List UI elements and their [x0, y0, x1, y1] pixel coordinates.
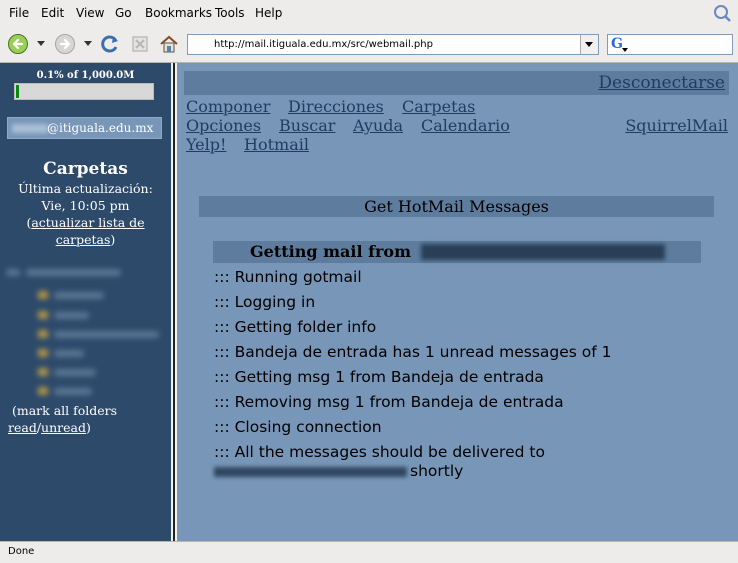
- user-email: @itiguala.edu.mx: [7, 117, 162, 139]
- forward-arrow-icon[interactable]: [54, 33, 76, 55]
- menu-tools[interactable]: Tools: [215, 6, 245, 20]
- redacted-recipient: [214, 467, 407, 477]
- page-title-bar: Get HotMail Messages: [199, 196, 714, 217]
- log-line: ::: All the messages should be delivered…: [214, 443, 545, 461]
- quota-bar: [14, 83, 154, 100]
- log-line: ::: Bandeja de entrada has 1 unread mess…: [214, 343, 612, 361]
- main-frame: Desconectarse Componer Direcciones Carpe…: [177, 63, 738, 541]
- log-line: ::: Closing connection: [214, 418, 382, 436]
- redacted-account: [421, 244, 665, 260]
- nav-options[interactable]: Opciones: [186, 116, 261, 135]
- mark-read-link[interactable]: read: [8, 420, 37, 435]
- folder-item[interactable]: [54, 331, 159, 338]
- folder-item[interactable]: [54, 350, 84, 357]
- nav-search[interactable]: Buscar: [279, 116, 335, 135]
- nav-help[interactable]: Ayuda: [353, 116, 403, 135]
- nav-yelp[interactable]: Yelp!: [186, 135, 226, 154]
- quota-fill: [16, 85, 19, 98]
- menu-help[interactable]: Help: [255, 6, 282, 20]
- folder-item[interactable]: [54, 292, 104, 299]
- mark-unread-link[interactable]: unread: [41, 420, 86, 435]
- folder-tree: [4, 263, 164, 403]
- logout-link[interactable]: Desconectarse: [598, 73, 725, 93]
- folder-icon: [38, 387, 48, 395]
- top-bar: Desconectarse: [184, 71, 729, 95]
- menu-view[interactable]: View: [76, 6, 104, 20]
- menu-bar: File Edit View Go Bookmarks Tools Help: [0, 0, 738, 26]
- folder-sidebar: 0.1% of 1,000.0M @itiguala.edu.mx Carpet…: [0, 63, 171, 541]
- menu-go[interactable]: Go: [115, 6, 132, 20]
- search-bar[interactable]: G: [607, 34, 733, 55]
- throbber-icon: [714, 5, 731, 22]
- log-line: ::: Logging in: [214, 293, 316, 311]
- status-bar: Done: [0, 541, 738, 563]
- nav-addresses[interactable]: Direcciones: [288, 97, 384, 116]
- menu-file[interactable]: File: [9, 6, 29, 20]
- log-line: ::: Getting msg 1 from Bandeja de entrad…: [214, 368, 544, 386]
- folder-icon: [38, 368, 48, 376]
- google-icon[interactable]: G: [611, 37, 628, 52]
- refresh-folders-link-2[interactable]: carpetas: [56, 232, 111, 247]
- quota-label: 0.1% of 1,000.0M: [36, 70, 135, 81]
- refresh-folders-line2: carpetas): [55, 232, 116, 247]
- folder-item[interactable]: [26, 269, 121, 276]
- last-update-label: Última actualización:: [18, 181, 153, 196]
- log-line: ::: Running gotmail: [214, 268, 362, 286]
- refresh-folders-line1: (actualizar lista de: [26, 215, 145, 230]
- log-line: ::: Getting folder info: [214, 318, 377, 336]
- subtitle: Getting mail from: [250, 242, 412, 261]
- nav-hotmail[interactable]: Hotmail: [244, 135, 309, 154]
- folder-icon: [38, 311, 48, 319]
- status-text: Done: [8, 546, 35, 557]
- page-title: Get HotMail Messages: [364, 197, 549, 216]
- stop-icon[interactable]: [129, 33, 151, 55]
- refresh-folders-link[interactable]: actualizar lista de: [31, 215, 144, 230]
- nav-compose[interactable]: Componer: [186, 97, 270, 116]
- folder-icon: [38, 349, 48, 357]
- back-arrow-icon[interactable]: [7, 33, 29, 55]
- forward-dropdown-icon[interactable]: [84, 41, 92, 46]
- log-line: ::: Removing msg 1 from Bandeja de entra…: [214, 393, 564, 411]
- folder-item[interactable]: [54, 369, 96, 376]
- last-update-time: Vie, 10:05 pm: [41, 198, 130, 213]
- reload-icon[interactable]: [99, 33, 121, 55]
- url-history-dropdown[interactable]: [580, 35, 598, 54]
- subtitle-bar: Getting mail from: [213, 241, 701, 263]
- email-domain: @itiguala.edu.mx: [47, 121, 154, 135]
- redacted-username: [12, 124, 48, 133]
- home-icon[interactable]: [158, 33, 180, 55]
- folder-toggle[interactable]: [6, 269, 20, 276]
- delivered-suffix: shortly: [410, 462, 464, 480]
- url-input[interactable]: [214, 37, 574, 52]
- folder-item[interactable]: [54, 388, 92, 395]
- menu-bookmarks[interactable]: Bookmarks: [145, 6, 212, 20]
- menu-edit[interactable]: Edit: [41, 6, 64, 20]
- folder-icon: [38, 330, 48, 338]
- mark-all-folders: (mark all folders read/unread): [8, 403, 118, 435]
- nav-folders[interactable]: Carpetas: [402, 97, 475, 116]
- back-dropdown-icon[interactable]: [37, 41, 45, 46]
- nav-calendar[interactable]: Calendario: [421, 116, 510, 135]
- url-bar[interactable]: [187, 34, 599, 55]
- nav-squirrelmail[interactable]: SquirrelMail: [625, 116, 728, 135]
- folders-title: Carpetas: [43, 159, 128, 179]
- folder-icon: [38, 291, 48, 299]
- folder-item[interactable]: [54, 312, 89, 319]
